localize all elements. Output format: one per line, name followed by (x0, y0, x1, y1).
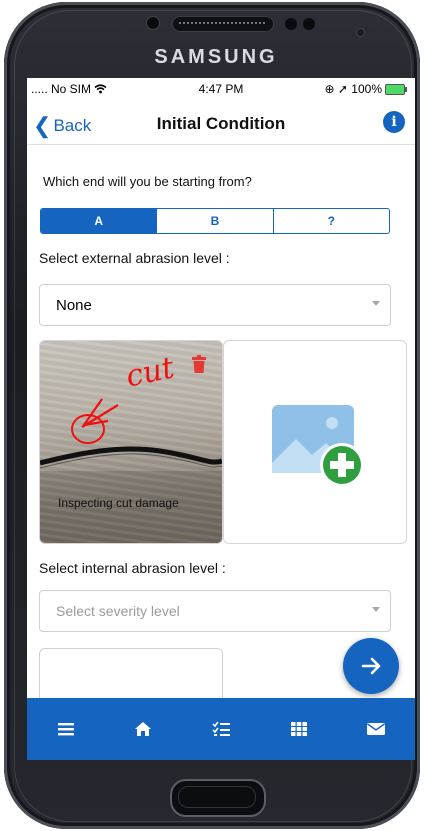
start-end-segmented-control: A B ? (40, 208, 390, 234)
tab-menu[interactable] (27, 698, 105, 760)
chevron-down-icon (372, 607, 380, 612)
next-button[interactable] (343, 638, 399, 694)
start-end-question: Which end will you be starting from? (43, 174, 252, 189)
grid-icon (290, 722, 307, 736)
internal-abrasion-label: Select internal abrasion level : (39, 560, 226, 576)
segment-a[interactable]: A (41, 209, 157, 233)
internal-abrasion-placeholder: Select severity level (56, 603, 180, 619)
internal-abrasion-select[interactable]: Select severity level (39, 590, 391, 632)
tab-home[interactable] (105, 698, 183, 760)
photo-caption: Inspecting cut damage (58, 496, 179, 510)
front-camera (303, 18, 315, 30)
add-image-icon (272, 405, 364, 487)
checklist-icon (212, 721, 230, 736)
earpiece-speaker (172, 16, 274, 32)
home-button[interactable] (170, 779, 266, 817)
battery-percent: 100% (351, 82, 382, 96)
external-abrasion-label: Select external abrasion level : (39, 250, 230, 266)
navigation-bar: ❮ Back Initial Condition i (27, 100, 415, 145)
delete-photo-icon[interactable] (192, 355, 206, 373)
external-abrasion-select[interactable]: None (39, 284, 391, 326)
alarm-icon: ⊕ (324, 82, 335, 96)
tab-grid[interactable] (260, 698, 338, 760)
arrow-right-icon (361, 657, 381, 675)
tab-mail[interactable] (337, 698, 415, 760)
app-screen: ..... No SIM 4:47 PM ⊕ ➚ 100% ❮ Back Init… (27, 78, 415, 760)
proximity-sensor (285, 18, 297, 30)
front-sensor (146, 16, 160, 30)
tab-checklist[interactable] (182, 698, 260, 760)
mail-icon (367, 723, 386, 735)
segment-b[interactable]: B (156, 209, 272, 233)
chevron-down-icon (372, 301, 380, 306)
location-icon: ➚ (337, 82, 348, 96)
device-brand: SAMSUNG (154, 46, 278, 68)
page-title: Initial Condition (156, 114, 286, 133)
home-icon (135, 722, 152, 736)
status-bar: ..... No SIM 4:47 PM ⊕ ➚ 100% (27, 78, 415, 100)
add-photo-button[interactable] (223, 340, 407, 544)
notification-led (356, 28, 365, 37)
menu-icon (57, 723, 74, 736)
info-icon[interactable]: i (383, 111, 405, 133)
external-abrasion-value: None (56, 297, 92, 314)
bottom-tab-bar (27, 698, 415, 760)
segment-unknown[interactable]: ? (272, 209, 389, 233)
battery-icon (385, 84, 407, 95)
damage-photo[interactable]: cut Inspecting cut damage (39, 340, 223, 544)
